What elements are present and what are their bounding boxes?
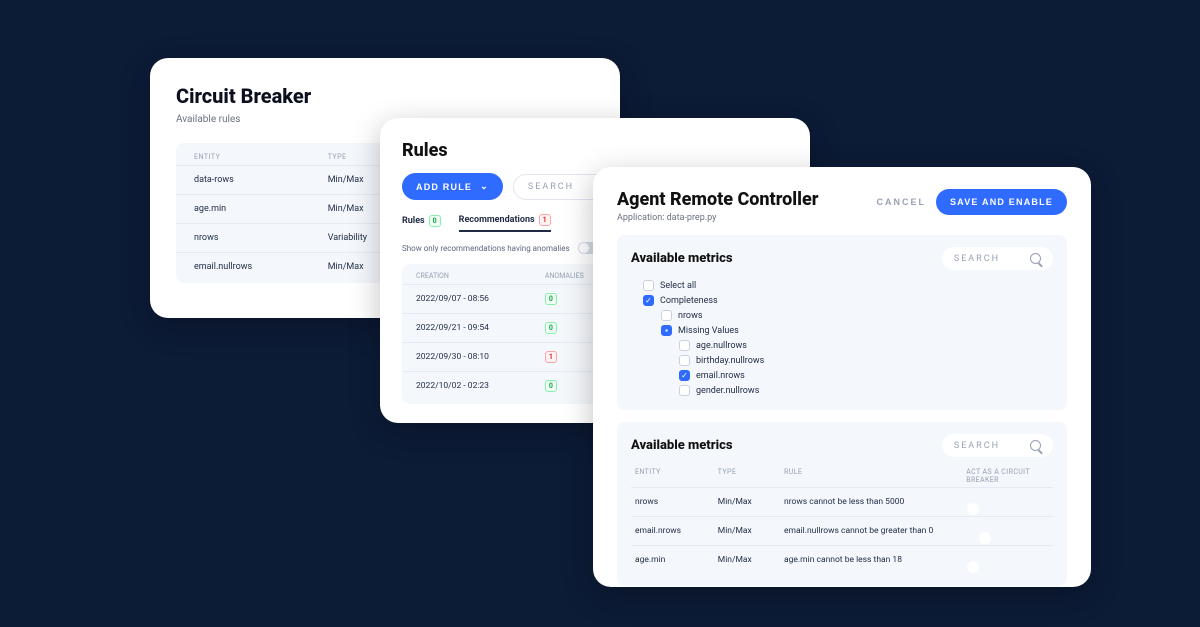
cell-type: Min/Max [718,555,784,565]
tree-item-select-all[interactable]: Select all [631,278,1053,293]
agent-controller-card: Agent Remote Controller Application: dat… [593,167,1091,587]
anomaly-filter-label: Show only recommendations having anomali… [402,244,570,253]
rules-title: Rules [402,140,788,161]
checkbox-icon[interactable]: ✓ [679,370,690,381]
available-metrics-tree-panel: Available metrics SEARCH Select all ✓ Com… [617,235,1067,410]
cell-creation: 2022/09/07 - 08:56 [416,294,545,304]
tab-label: Recommendations [459,215,535,225]
agent-subtitle: Application: data-prep.py [617,213,818,223]
tree-item-nrows[interactable]: nrows [631,308,1053,323]
search-placeholder: SEARCH [954,254,1000,264]
tab-rules[interactable]: Rules 0 [402,214,441,232]
cell-creation: 2022/09/21 - 09:54 [416,323,545,333]
tab-badge: 0 [429,215,441,227]
add-rule-label: ADD RULE [416,182,472,192]
cell-entity: nrows [635,497,718,507]
tree-label: birthday.nullrows [696,356,764,366]
cell-entity: nrows [194,233,328,243]
tree-label: Select all [660,281,696,291]
cell-rule: age.min cannot be less than 18 [784,555,966,565]
tree-item-age-nullrows[interactable]: age.nullrows [631,338,1053,353]
panel-title: Available metrics [631,438,733,453]
tab-badge: 1 [539,214,551,226]
table-header: ENTITY TYPE RULE ACT AS A CIRCUIT BREAKE… [631,465,1053,487]
table-row[interactable]: nrows Min/Max nrows cannot be less than … [631,487,1053,516]
tab-label: Rules [402,216,425,226]
cell-type: Min/Max [718,526,784,536]
metrics-tree: Select all ✓ Completeness nrows ▪ Missing … [631,278,1053,398]
col-breaker: ACT AS A CIRCUIT BREAKER [966,468,1049,484]
tree-label: nrows [678,311,702,321]
tree-label: Completeness [660,296,718,306]
search-icon [1030,253,1041,264]
checkbox-icon[interactable] [679,385,690,396]
col-entity: ENTITY [635,468,718,484]
col-entity: ENTITY [194,153,328,161]
panel-title: Available metrics [631,251,733,266]
tree-item-completeness[interactable]: ✓ Completeness [631,293,1053,308]
checkbox-icon[interactable] [661,310,672,321]
anomaly-badge: 0 [545,322,557,334]
search-icon [1030,440,1041,451]
col-type: TYPE [718,468,784,484]
checkbox-icon[interactable] [679,340,690,351]
tree-label: email.nrows [696,371,745,381]
checkbox-icon[interactable]: ✓ [643,295,654,306]
checkbox-icon[interactable] [643,280,654,291]
tree-item-birthday-nullrows[interactable]: birthday.nullrows [631,353,1053,368]
tree-label: gender.nullrows [696,386,759,396]
metrics-rules-search-input[interactable]: SEARCH [942,434,1053,457]
cell-creation: 2022/10/02 - 02:23 [416,381,545,391]
cancel-button[interactable]: CANCEL [876,197,926,207]
available-metrics-rules-panel: Available metrics SEARCH ENTITY TYPE RUL… [617,422,1067,586]
tree-item-gender-nullrows[interactable]: gender.nullrows [631,383,1053,398]
tree-item-missing-values[interactable]: ▪ Missing Values [631,323,1053,338]
cell-type: Min/Max [718,497,784,507]
tree-item-email-nrows[interactable]: ✓ email.nrows [631,368,1053,383]
cell-entity: email.nullrows [194,262,328,272]
chevron-down-icon: ⌄ [480,181,489,192]
cell-entity: age.min [635,555,718,565]
cell-creation: 2022/09/30 - 08:10 [416,352,545,362]
anomaly-badge: 0 [545,293,557,305]
cell-entity: age.min [194,204,328,214]
tab-recommendations[interactable]: Recommendations 1 [459,214,551,232]
cell-entity: data-rows [194,175,328,185]
table-row[interactable]: email.nrows Min/Max email.nullrows canno… [631,516,1053,545]
cell-rule: email.nullrows cannot be greater than 0 [784,526,966,536]
metrics-search-input[interactable]: SEARCH [942,247,1053,270]
col-creation: CREATION [416,272,545,280]
add-rule-button[interactable]: ADD RULE ⌄ [402,173,503,200]
circuit-breaker-title: Circuit Breaker [176,84,594,108]
anomaly-badge: 1 [545,351,557,363]
cell-rule: nrows cannot be less than 5000 [784,497,966,507]
checkbox-icon[interactable] [679,355,690,366]
table-row[interactable]: age.min Min/Max age.min cannot be less t… [631,545,1053,574]
tree-label: age.nullrows [696,341,747,351]
search-placeholder: SEARCH [954,441,1000,451]
anomaly-badge: 0 [545,380,557,392]
checkbox-icon[interactable]: ▪ [661,325,672,336]
cell-entity: email.nrows [635,526,718,536]
col-rule: RULE [784,468,966,484]
tree-label: Missing Values [678,326,739,336]
agent-title: Agent Remote Controller [617,189,818,210]
save-enable-button[interactable]: SAVE AND ENABLE [936,189,1067,215]
